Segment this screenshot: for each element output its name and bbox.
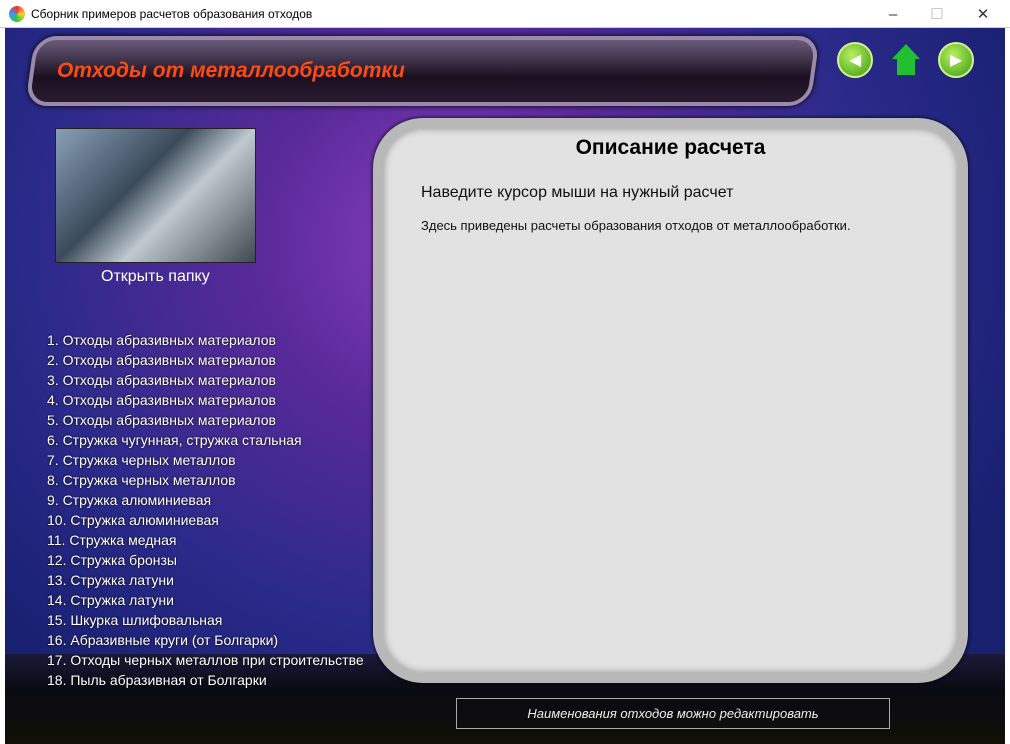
list-item[interactable]: 3. Отходы абразивных материалов [47,370,364,390]
home-icon [892,44,920,75]
list-item[interactable]: 8. Стружка черных металлов [47,470,364,490]
list-item[interactable]: 18. Пыль абразивная от Болгарки [47,670,364,690]
back-button[interactable]: ◀ [837,42,873,78]
app-icon [9,5,25,22]
close-button[interactable]: ✕ [960,0,1006,28]
list-item[interactable]: 16. Абразивные круги (от Болгарки) [47,630,364,650]
maximize-button[interactable]: ☐ [914,0,960,28]
footer-note: Наименования отходов можно редактировать [456,698,890,729]
main-area: Отходы от металлообработки ◀ ▶ Открыть п… [5,28,1005,744]
list-item[interactable]: 5. Отходы абразивных материалов [47,410,364,430]
list-item[interactable]: 9. Стружка алюминиевая [47,490,364,510]
folder-thumbnail-image[interactable] [55,128,256,263]
list-item[interactable]: 4. Отходы абразивных материалов [47,390,364,410]
list-item[interactable]: 11. Стружка медная [47,530,364,550]
page-title: Отходы от металлообработки [57,59,405,82]
list-item[interactable]: 1. Отходы абразивных материалов [47,330,364,350]
open-folder-link[interactable]: Открыть папку [101,268,210,286]
list-item[interactable]: 17. Отходы черных металлов при строитель… [47,650,364,670]
home-button[interactable] [891,42,921,76]
forward-button[interactable]: ▶ [938,42,974,78]
list-item[interactable]: 14. Стружка латуни [47,590,364,610]
minimize-button[interactable]: – [870,0,916,28]
description-panel: Описание расчета Наведите курсор мыши на… [373,118,968,683]
panel-hint: Наведите курсор мыши на нужный расчет [421,184,734,201]
list-item[interactable]: 13. Стружка латуни [47,570,364,590]
panel-title: Описание расчета [575,136,766,159]
window-title: Сборник примеров расчетов образования от… [31,6,313,21]
list-item[interactable]: 2. Отходы абразивных материалов [47,350,364,370]
list-item[interactable]: 7. Стружка черных металлов [47,450,364,470]
panel-description: Здесь приведены расчеты образования отхо… [421,218,851,233]
arrow-right-icon: ▶ [949,52,963,69]
arrow-left-icon: ◀ [848,52,862,69]
calculation-list: 1. Отходы абразивных материалов 2. Отход… [47,330,364,690]
title-bar: Сборник примеров расчетов образования от… [0,0,1010,28]
list-item[interactable]: 12. Стружка бронзы [47,550,364,570]
list-item[interactable]: 6. Стружка чугунная, стружка стальная [47,430,364,450]
list-item[interactable]: 15. Шкурка шлифовальная [47,610,364,630]
list-item[interactable]: 10. Стружка алюминиевая [47,510,364,530]
